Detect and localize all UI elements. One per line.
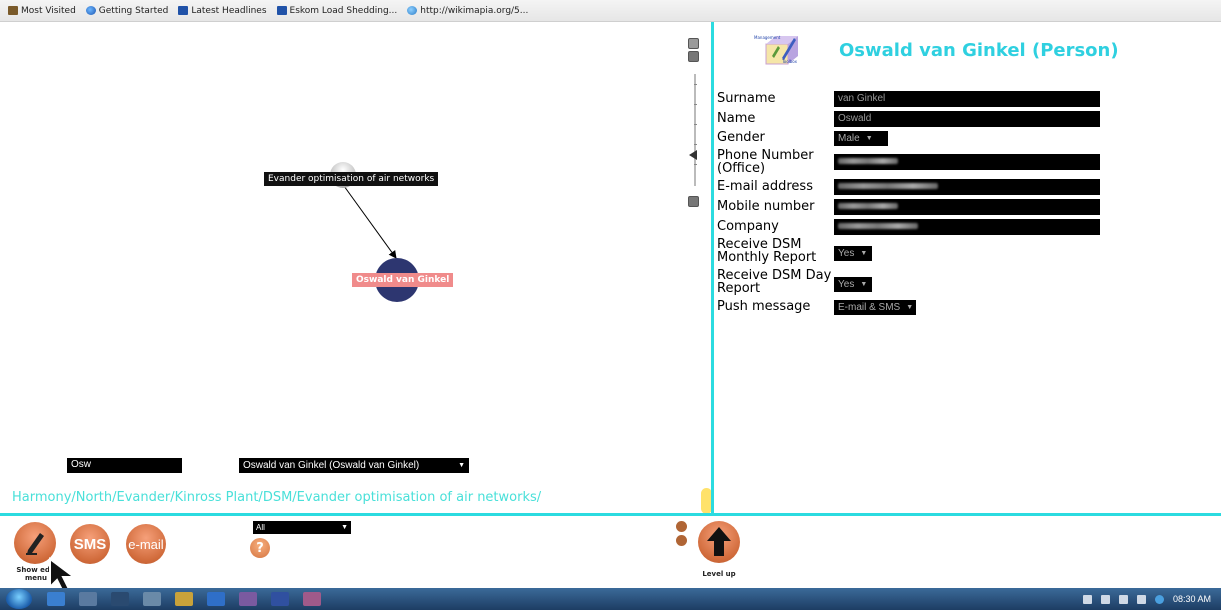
window-icon[interactable]	[111, 592, 129, 606]
management-toolbox-logo: Management Toolbox	[754, 35, 798, 65]
day-report-value: Yes	[838, 279, 855, 290]
fit-view-button[interactable]	[688, 38, 699, 49]
monthly-report-value: Yes	[838, 248, 855, 259]
signal-icon[interactable]	[1118, 594, 1128, 604]
monthly-report-select[interactable]: Yes ▼	[834, 246, 872, 261]
surname-label: Surname	[717, 91, 776, 106]
ie-icon[interactable]	[47, 592, 65, 606]
person-select-value: Oswald van Ginkel (Oswald van Ginkel)	[243, 460, 420, 471]
zoom-thumb[interactable]	[689, 150, 697, 160]
filter-select[interactable]: All ▼	[253, 521, 351, 534]
bookmark-latest-headlines[interactable]: Latest Headlines	[178, 5, 267, 16]
page-title: Oswald van Ginkel (Person)	[839, 40, 1119, 61]
firefox-icon	[85, 6, 96, 15]
phone-label-2: (Office)	[717, 161, 766, 176]
gender-label: Gender	[717, 130, 765, 145]
email-label: E-mail address	[717, 179, 813, 194]
node-nav-buttons	[676, 521, 687, 549]
monthly-report-label-2: Monthly Report	[717, 250, 817, 265]
bookmark-label: http://wikimapia.org/5...	[420, 5, 529, 16]
mobile-label: Mobile number	[717, 199, 815, 214]
paint-icon[interactable]	[175, 592, 193, 606]
system-tray: 08:30 AM	[1082, 588, 1221, 610]
person-select[interactable]: Oswald van Ginkel (Oswald van Ginkel) ▼	[239, 458, 469, 473]
bookmark-most-visited[interactable]: Most Visited	[8, 6, 76, 16]
clock[interactable]: 08:30 AM	[1173, 594, 1211, 604]
push-message-select[interactable]: E-mail & SMS ▼	[834, 300, 916, 315]
bookmark-eskom[interactable]: Eskom Load Shedding...	[276, 5, 398, 16]
level-up-button[interactable]	[698, 521, 740, 563]
bottom-toolbar: Show edit menu SMS e-mail All ▼ ? Level …	[0, 516, 1221, 594]
zoom-track[interactable]	[694, 74, 697, 186]
rss-icon	[178, 6, 189, 15]
chevron-down-icon: ▼	[458, 462, 465, 469]
filter-value: All	[256, 523, 265, 532]
search-input[interactable]: Osw	[67, 458, 182, 473]
arrow-up-icon	[707, 527, 731, 556]
flag-icon[interactable]	[1082, 594, 1092, 604]
selected-node-label[interactable]: Oswald van Ginkel	[352, 273, 454, 287]
svg-text:Management: Management	[754, 35, 781, 40]
bookmark-label: Getting Started	[98, 5, 169, 16]
network-icon[interactable]	[1154, 594, 1164, 604]
tool-icon[interactable]	[303, 592, 321, 606]
terminal-icon[interactable]	[143, 592, 161, 606]
graph-panel[interactable]: Evander optimisation of air networks Osw…	[0, 22, 712, 514]
chevron-down-icon: ▼	[906, 304, 914, 311]
bookmark-getting-started[interactable]: Getting Started	[85, 5, 169, 16]
pencil-icon	[26, 533, 44, 555]
graph-edge	[343, 185, 397, 259]
chevron-down-icon: ▼	[860, 281, 868, 288]
volume-icon[interactable]	[1136, 594, 1146, 604]
nav-up-button[interactable]	[676, 521, 687, 532]
svg-text:Toolbox: Toolbox	[781, 59, 798, 64]
bookmark-label: Most Visited	[21, 5, 76, 16]
globe-icon	[407, 6, 418, 15]
company-label: Company	[717, 219, 779, 234]
day-report-select[interactable]: Yes ▼	[834, 277, 872, 292]
bookmark-label: Eskom Load Shedding...	[289, 5, 398, 16]
bookmark-wikimapia[interactable]: http://wikimapia.org/5...	[407, 6, 528, 16]
os-taskbar: 08:30 AM	[0, 588, 1221, 610]
parent-node-label[interactable]: Evander optimisation of air networks	[264, 172, 439, 186]
gender-select[interactable]: Male ▼	[834, 131, 888, 146]
folder-icon	[276, 6, 287, 15]
start-button[interactable]	[6, 589, 32, 609]
folder-icon	[8, 6, 18, 15]
help-button[interactable]: ?	[250, 538, 270, 558]
firefox-task-icon[interactable]	[207, 592, 225, 606]
push-message-value: E-mail & SMS	[838, 302, 901, 313]
mobile-field[interactable]	[834, 199, 1100, 215]
browser-icon[interactable]	[271, 592, 289, 606]
day-report-label-2: Report	[717, 281, 761, 296]
name-field[interactable]: Oswald	[834, 111, 1100, 127]
breadcrumb[interactable]: Harmony/North/Evander/Kinross Plant/DSM/…	[12, 490, 541, 505]
zoom-out-button[interactable]	[688, 196, 699, 207]
bookmarks-bar: Most Visited Getting Started Latest Head…	[0, 0, 1221, 22]
zoom-control	[688, 38, 702, 207]
explorer-icon[interactable]	[79, 592, 97, 606]
app-root: Most Visited Getting Started Latest Head…	[0, 0, 1221, 610]
push-message-label: Push message	[717, 299, 811, 314]
chevron-down-icon: ▼	[860, 250, 868, 257]
email-button[interactable]: e-mail	[126, 524, 166, 564]
chevron-down-icon: ▼	[865, 135, 873, 142]
nav-down-button[interactable]	[676, 535, 687, 546]
level-up-caption: Level up	[702, 570, 736, 578]
email-field[interactable]	[834, 179, 1100, 195]
company-field[interactable]	[834, 219, 1100, 235]
app-icon[interactable]	[239, 592, 257, 606]
zoom-in-button[interactable]	[688, 51, 699, 62]
person-form-panel: Management Toolbox Oswald van Ginkel (Pe…	[714, 22, 1221, 514]
name-label: Name	[717, 111, 756, 126]
phone-field[interactable]	[834, 154, 1100, 170]
surname-field[interactable]: van Ginkel	[834, 91, 1100, 107]
chevron-down-icon: ▼	[341, 524, 348, 531]
bookmark-label: Latest Headlines	[191, 5, 267, 16]
battery-icon[interactable]	[1100, 594, 1110, 604]
gender-value: Male	[838, 133, 860, 144]
